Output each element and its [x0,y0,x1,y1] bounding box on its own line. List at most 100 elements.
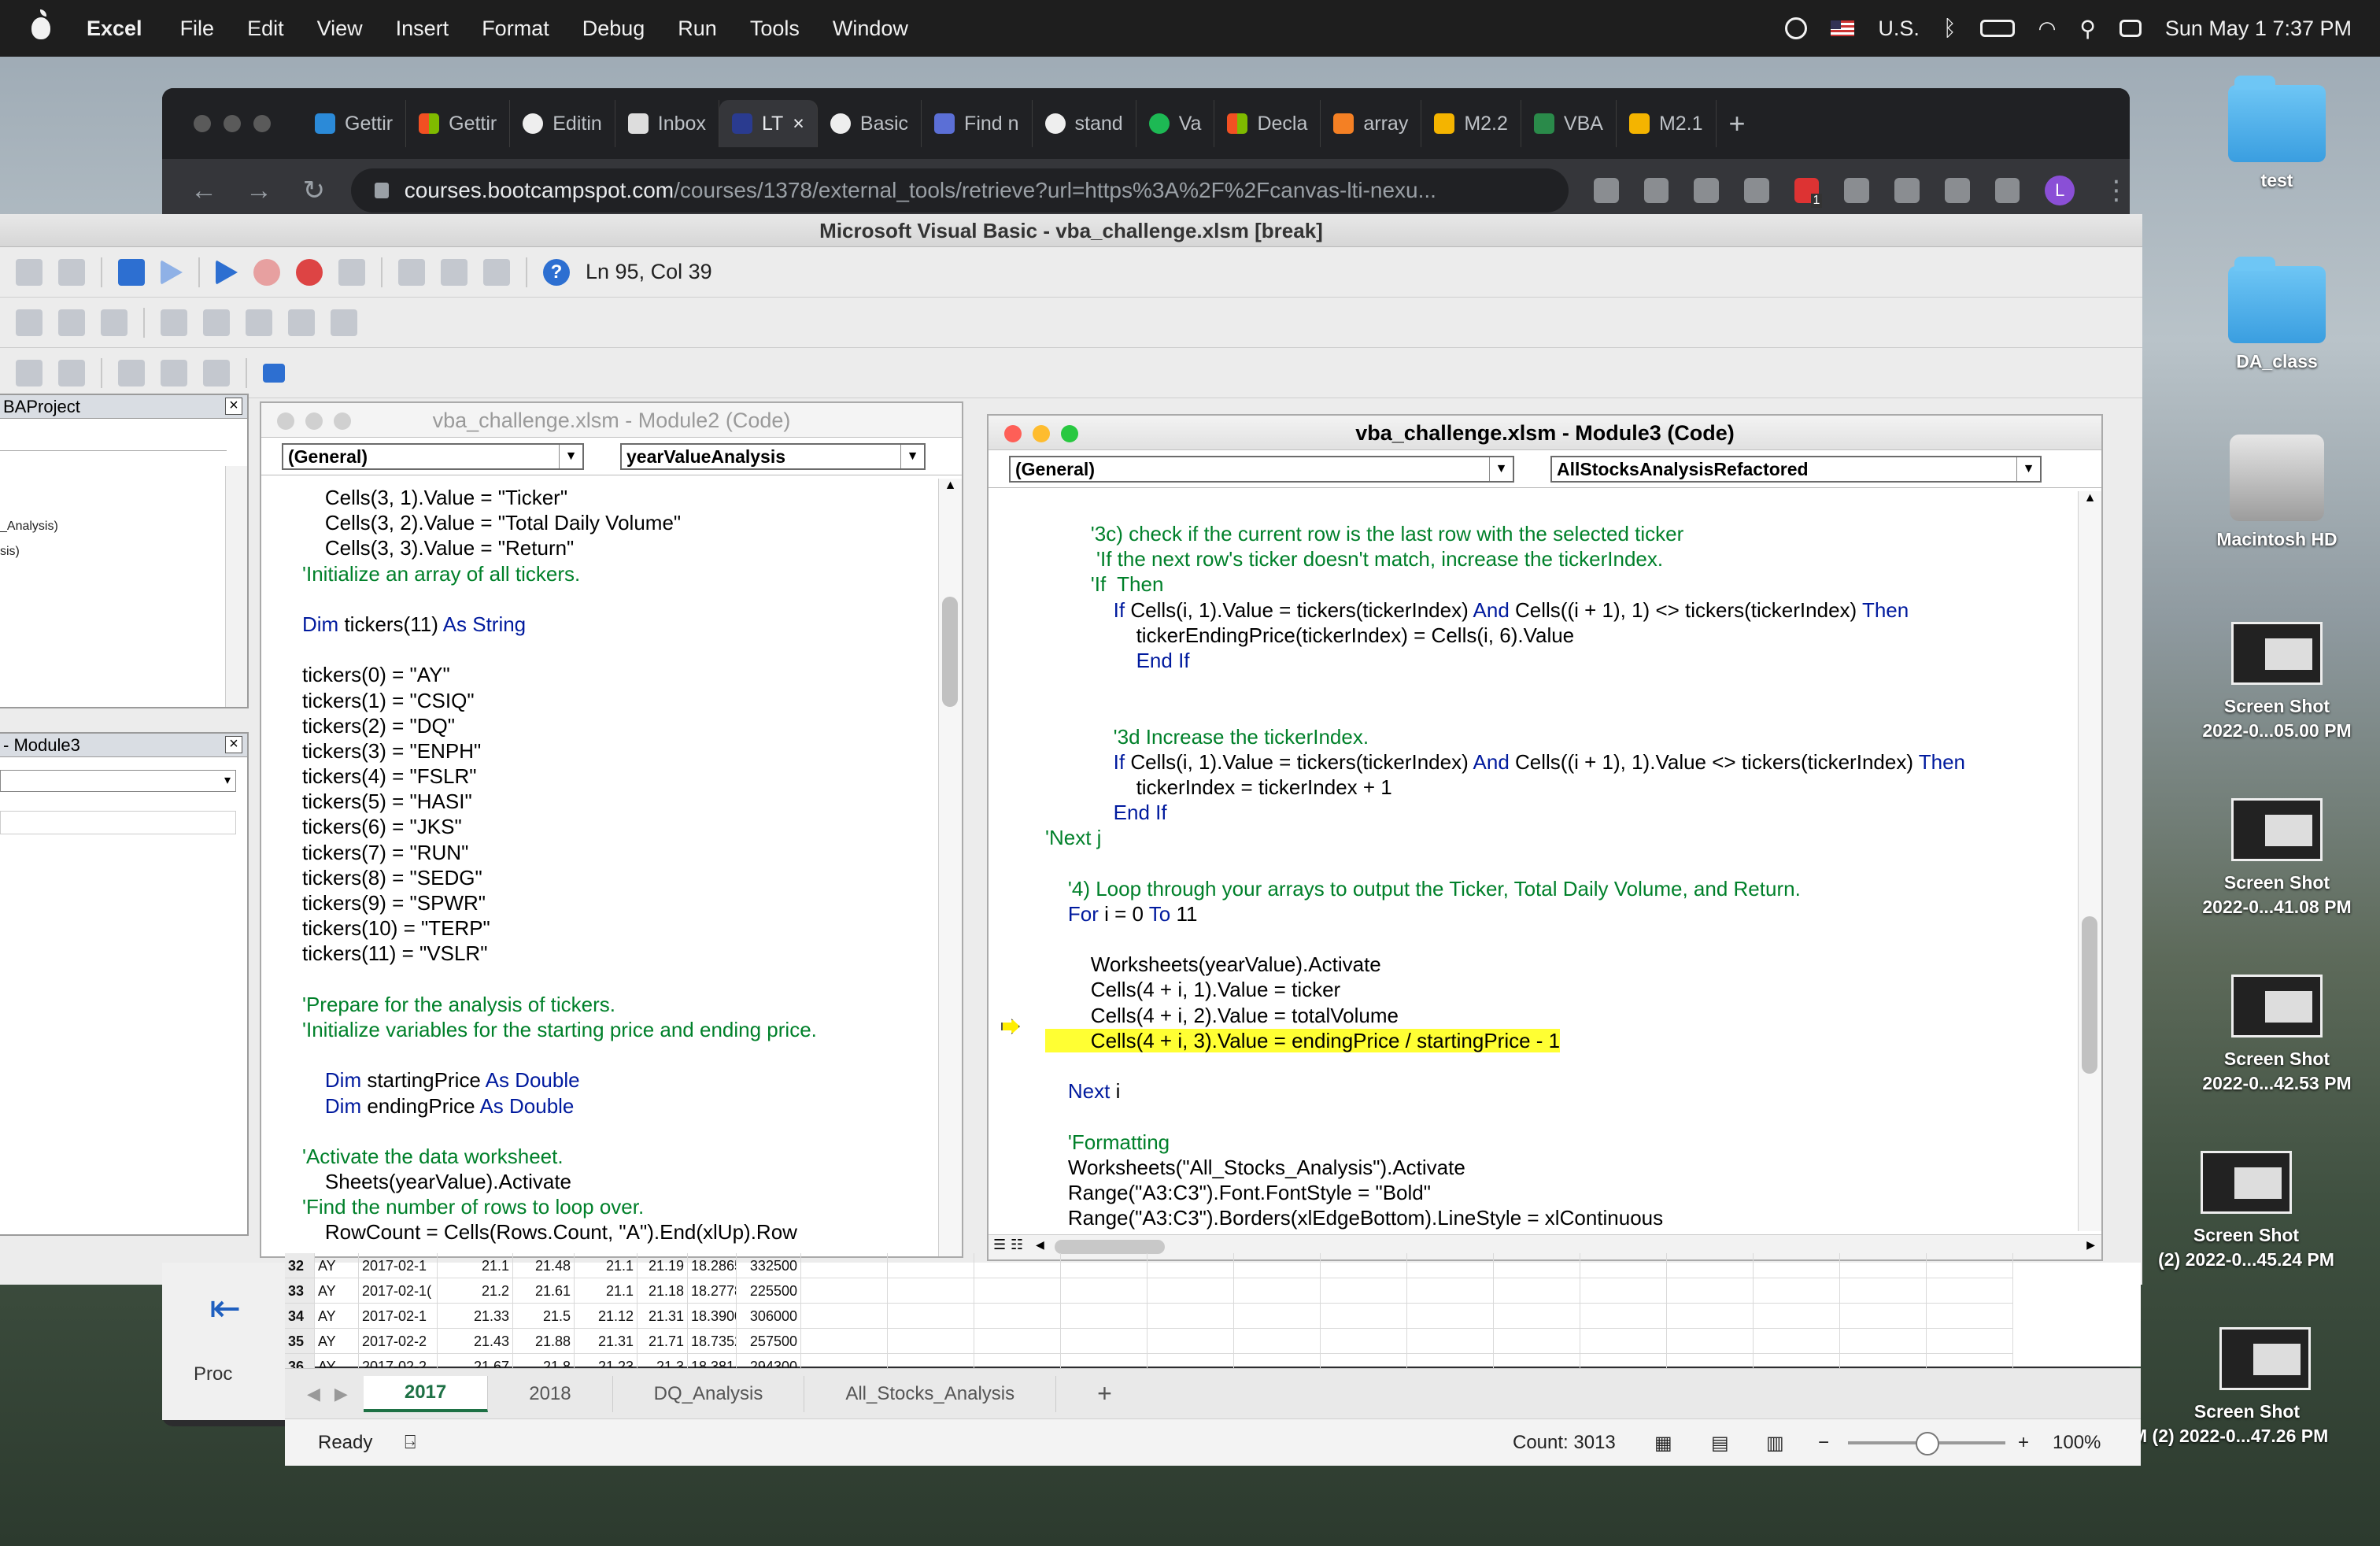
code-line[interactable]: Next i [1045,1078,1965,1104]
browser-tab[interactable]: VBA [1521,100,1617,147]
code-line[interactable]: tickers(9) = "SPWR" [302,890,817,915]
menu-edit[interactable]: Edit [247,17,284,41]
code-line[interactable]: 'Find the number of rows to loop over. [302,1194,817,1219]
code-line[interactable] [302,967,817,992]
close-window-icon[interactable] [277,412,294,430]
properties-object-dropdown[interactable]: ▾ [0,770,236,792]
collapse-sidebar-icon[interactable]: ⇤ [209,1286,241,1330]
sheet-tab-2018[interactable]: 2018 [488,1375,613,1412]
toggle-breakpoint-icon[interactable] [246,309,272,336]
bookmark-star-icon[interactable] [1694,178,1719,203]
sheet-cell[interactable]: 332500 [737,1253,801,1278]
close-panel-icon[interactable]: × [225,398,242,415]
code-line[interactable]: tickers(5) = "HASI" [302,789,817,814]
code-line[interactable]: Range("A3:C3").Font.FontStyle = "Bold" [1045,1180,1965,1205]
sheet-cell[interactable] [1927,1329,2013,1354]
zoom-in-icon[interactable]: + [2018,1432,2029,1454]
sheet-cell[interactable]: 21.1 [575,1253,638,1278]
sheet-tab-dq-analysis[interactable]: DQ_Analysis [613,1375,805,1412]
sheet-cell[interactable]: 2017-02-1( [359,1278,438,1304]
reset-icon[interactable] [296,258,323,286]
input-source-label[interactable]: U.S. [1878,17,1920,41]
procedure-view-icon[interactable]: ☰ [993,1237,1006,1253]
reading-list-icon[interactable] [1944,178,1970,203]
module3-code-editor[interactable]: '3c) check if the current row is the las… [1045,521,1965,1230]
forward-arrow-icon[interactable]: → [246,176,272,206]
sheet-cell[interactable]: 21.18 [638,1278,688,1304]
module2-code-editor[interactable]: Cells(3, 1).Value = "Ticker" Cells(3, 2)… [302,485,817,1245]
zoom-icon[interactable] [1593,178,1619,203]
code-line[interactable]: Range("A3:C3").Borders(xlEdgeBottom).Lin… [1045,1205,1965,1230]
sheet-cell[interactable] [888,1278,974,1304]
profile-avatar[interactable]: L [2045,176,2075,205]
side-panel-icon[interactable] [1994,178,2020,203]
code-line[interactable] [1045,673,1965,698]
sheet-cell[interactable] [974,1304,1061,1329]
sheet-cell[interactable] [1061,1329,1148,1354]
properties-window-icon[interactable] [441,258,468,286]
sheet-cell[interactable] [1321,1253,1407,1278]
sheet-cell[interactable] [1754,1304,1840,1329]
code-line[interactable]: 'Initialize variables for the starting p… [302,1017,817,1042]
sheet-cell[interactable] [1840,1329,1927,1354]
sheet-cell[interactable]: 2017-02-1 [359,1253,438,1278]
sheet-row[interactable]: 35 AY 2017-02-2 21.43 21.88 21.31 21.71 18.735 2… [285,1329,2013,1354]
complete-word-icon[interactable] [203,309,230,336]
sheet-nav-prev-icon[interactable]: ◀ [307,1384,320,1404]
menu-format[interactable]: Format [482,17,549,41]
code-line[interactable]: Cells(4 + i, 2).Value = totalVolume [1045,1003,1965,1028]
desktop-screenshot-2[interactable]: Screen Shot 2022-0...41.08 PM [2186,798,2367,918]
sheet-tab-all-stocks-analysis[interactable]: All_Stocks_Analysis [804,1375,1057,1412]
menu-debug[interactable]: Debug [582,17,645,41]
code-line[interactable] [302,637,817,662]
normal-view-icon[interactable]: ▦ [1654,1432,1672,1455]
code-line[interactable]: tickers(0) = "AY" [302,662,817,687]
code-line[interactable]: If Cells(i, 1).Value = tickers(tickerInd… [1045,597,1965,623]
code-line[interactable]: tickers(10) = "TERP" [302,915,817,941]
scroll-right-icon[interactable]: ▶ [2086,1238,2095,1252]
paste-icon[interactable] [16,258,42,286]
code-line[interactable]: tickers(7) = "RUN" [302,840,817,865]
code-line[interactable]: '3c) check if the current row is the las… [1045,521,1965,546]
sheet-cell[interactable] [1840,1253,1927,1278]
sheet-cell[interactable]: 21.31 [575,1329,638,1354]
code-line[interactable]: tickers(3) = "ENPH" [302,738,817,764]
sheet-cell[interactable] [1927,1304,2013,1329]
code-line[interactable]: 'Next j [1045,825,1965,850]
hand-pan-icon[interactable] [118,359,145,386]
sheet-cell[interactable] [1234,1253,1321,1278]
browser-tab[interactable]: Gettir [406,100,511,147]
extension-icon[interactable] [1743,178,1769,203]
sheet-cell[interactable]: 21.19 [638,1253,688,1278]
menu-view[interactable]: View [317,17,363,41]
sheet-cell[interactable]: 306000 [737,1304,801,1329]
sheet-cell[interactable] [1494,1278,1580,1304]
sheet-cell[interactable]: 2017-02-1 [359,1304,438,1329]
browser-tab[interactable]: Gettir [302,100,407,147]
scroll-up-icon[interactable]: ▲ [939,479,962,493]
desktop-screenshot-3[interactable]: Screen Shot 2022-0...42.53 PM [2186,975,2367,1094]
sheet-cell[interactable] [1927,1253,2013,1278]
flag-icon[interactable] [263,363,285,383]
sheet-cell[interactable] [1667,1329,1754,1354]
code-line[interactable]: Sheets(yearValue).Activate [302,1169,817,1194]
control-center-icon[interactable] [2119,20,2142,37]
project-scrollbar[interactable] [225,466,247,707]
browser-tab[interactable]: stand [1033,100,1136,147]
project-explorer-icon[interactable] [398,258,425,286]
code-line[interactable] [302,1119,817,1144]
undo-icon[interactable] [118,258,145,286]
sheet-cell[interactable]: 225500 [737,1278,801,1304]
sheet-cell[interactable]: 21.61 [513,1278,575,1304]
sheet-cell[interactable] [1321,1329,1407,1354]
redo-icon[interactable] [161,259,183,285]
zoom-window-icon[interactable] [253,115,271,132]
sheet-cell[interactable] [1407,1278,1494,1304]
object-dropdown[interactable]: (General) ▼ [282,442,584,470]
browser-tab[interactable]: Va [1136,100,1215,147]
sheet-cell[interactable] [1321,1278,1407,1304]
sheet-cell[interactable]: 21.2 [438,1278,513,1304]
sheet-cell[interactable]: 2017-02-2 [359,1329,438,1354]
sheet-cell[interactable] [1148,1329,1234,1354]
sheet-cell[interactable] [1494,1304,1580,1329]
